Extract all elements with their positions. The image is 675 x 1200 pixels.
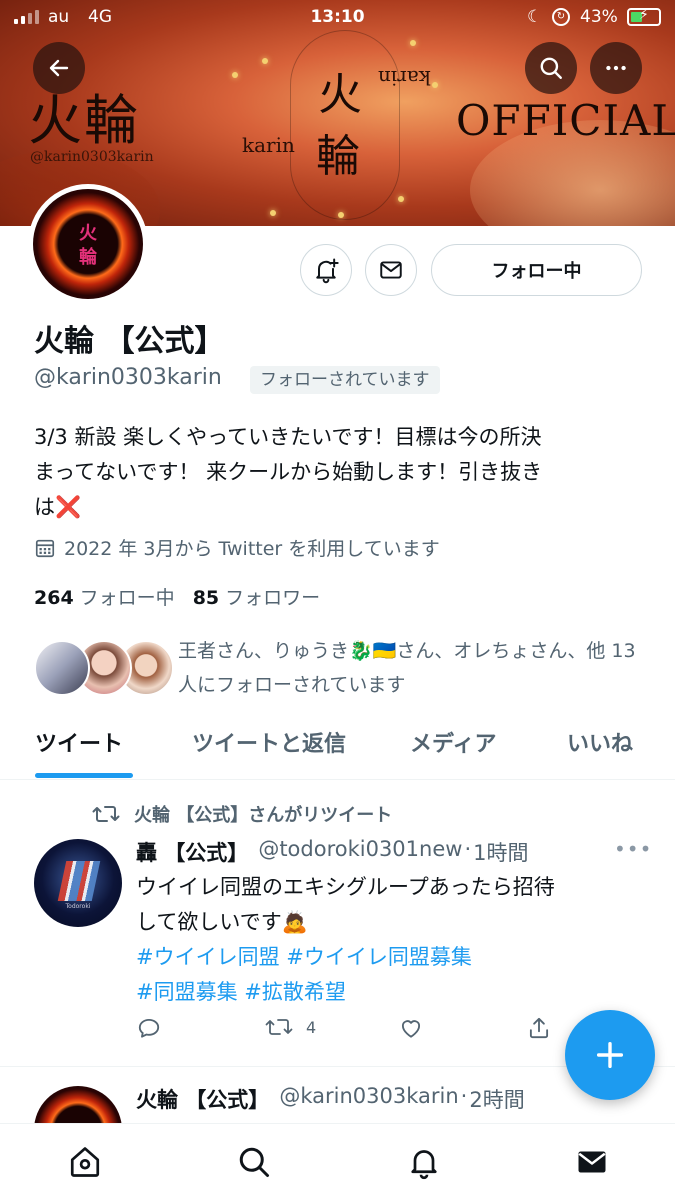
battery-charging-icon: ⚡ bbox=[627, 7, 661, 26]
banner-center-romaji: karin bbox=[242, 133, 295, 157]
tab-likes[interactable]: いいね bbox=[567, 726, 633, 758]
tab-tweets[interactable]: ツイート bbox=[35, 726, 123, 758]
status-bar: au 4G 13:10 ☾ ↻ 43% ⚡ bbox=[0, 0, 675, 36]
banner-center-romaji-inverted: karin bbox=[378, 66, 431, 90]
tweet-actions: 4 bbox=[136, 1015, 556, 1045]
follow-counts: 264 フォロー中 85 フォロワー bbox=[34, 583, 320, 610]
retweet-count: 4 bbox=[306, 1017, 317, 1037]
orientation-lock-icon: ↻ bbox=[552, 8, 570, 26]
profile-display-name: 火輪 【公式】 bbox=[34, 324, 225, 359]
tweet-text: ウイイレ同盟のエキシグループあったら招待 して欲しいです🙇 #ウイイレ同盟 #ウ… bbox=[136, 870, 636, 1010]
like-button[interactable] bbox=[398, 1015, 436, 1041]
tweet-author-avatar[interactable]: Todoroki bbox=[34, 839, 122, 927]
nav-notifications[interactable] bbox=[402, 1140, 446, 1184]
mutual-avatar bbox=[34, 640, 90, 696]
home-icon bbox=[70, 1147, 100, 1177]
follows-you-badge: フォローされています bbox=[250, 366, 440, 394]
notify-button[interactable] bbox=[300, 244, 352, 296]
tweet-hashtags[interactable]: #ウイイレ同盟 #ウイイレ同盟募集 bbox=[136, 940, 636, 975]
mail-icon bbox=[578, 1151, 606, 1173]
battery-percent: 43% bbox=[580, 7, 618, 27]
retweet-button[interactable]: 4 bbox=[264, 1015, 316, 1039]
mutual-followers-text: 王者さん、りゅうき🐉🇺🇦さん、オレちょさん、他 13 人にフォローされています bbox=[178, 640, 636, 696]
tweet-hashtags[interactable]: #同盟募集 #拡散希望 bbox=[136, 975, 636, 1010]
tab-media[interactable]: メディア bbox=[410, 726, 496, 758]
more-button[interactable] bbox=[590, 42, 642, 94]
search-icon bbox=[239, 1147, 269, 1177]
calendar-icon bbox=[35, 539, 55, 557]
avatar-kanji-bottom: 輪 bbox=[79, 247, 97, 268]
banner-official-text: OFFICIAL bbox=[456, 96, 675, 145]
compose-tweet-button[interactable] bbox=[565, 1010, 655, 1100]
message-button[interactable] bbox=[365, 244, 417, 296]
bio-line: は❌ bbox=[34, 495, 82, 519]
tweet-time: 1時間 bbox=[473, 841, 529, 865]
reply-icon bbox=[138, 1018, 160, 1038]
nav-search[interactable] bbox=[232, 1140, 276, 1184]
mail-icon bbox=[380, 261, 402, 279]
heart-icon bbox=[401, 1020, 421, 1038]
banner-logo-handle: @karin0303karin bbox=[30, 149, 154, 165]
tab-tweets-and-replies[interactable]: ツイートと返信 bbox=[192, 726, 346, 758]
moon-icon: ☾ bbox=[527, 7, 543, 27]
tweet-header: 轟 【公式】 @todoroki0301new · 1時間 bbox=[136, 837, 529, 867]
profile-handle: @karin0303karin bbox=[34, 365, 222, 390]
bell-plus-icon bbox=[316, 258, 339, 284]
bottom-navigation bbox=[0, 1123, 675, 1200]
tweet-author-handle[interactable]: @todoroki0301new bbox=[258, 837, 462, 867]
bio-line: 3/3 新設 楽しくやっていきたいです！目標は今の所決 bbox=[34, 425, 542, 449]
retweet-icon bbox=[265, 1019, 293, 1035]
nav-messages[interactable] bbox=[570, 1140, 614, 1184]
reply-button[interactable] bbox=[136, 1015, 174, 1041]
avatar-kanji-top: 火 bbox=[79, 223, 97, 244]
profile-tabs: ツイート ツイートと返信 メディア いいね bbox=[0, 718, 675, 780]
followers-count-link[interactable]: 85 フォロワー bbox=[193, 583, 320, 610]
mutual-followers[interactable]: 王者さん、りゅうき🐉🇺🇦さん、オレちょさん、他 13 人にフォローされています bbox=[34, 638, 644, 698]
cross-mark-emoji: ❌ bbox=[55, 495, 82, 519]
share-button[interactable] bbox=[526, 1015, 552, 1041]
more-horizontal-icon bbox=[606, 65, 626, 71]
search-icon bbox=[540, 57, 562, 79]
tweet-author-name[interactable]: 轟 【公式】 bbox=[136, 837, 248, 867]
share-icon bbox=[529, 1017, 549, 1039]
status-time: 13:10 bbox=[310, 7, 365, 27]
retweet-indicator: 火輪 【公式】さんがリツイート bbox=[92, 801, 392, 827]
following-count-link[interactable]: 264 フォロー中 bbox=[34, 583, 175, 610]
tweet-time: 2時間 bbox=[469, 1088, 525, 1112]
joined-text: 2022 年 3月から Twitter を利用しています bbox=[64, 538, 440, 560]
active-tab-indicator bbox=[35, 773, 133, 778]
bio-line: まってないです！ 来クールから始動します！引き抜き bbox=[34, 460, 543, 484]
joined-date: 2022 年 3月から Twitter を利用しています bbox=[34, 534, 440, 561]
arrow-left-icon bbox=[49, 59, 69, 77]
tweet-author-name[interactable]: 火輪 【公式】 bbox=[136, 1084, 269, 1114]
tweet[interactable]: 火輪 【公式】さんがリツイート Todoroki 轟 【公式】 @todorok… bbox=[0, 781, 675, 1067]
nav-home[interactable] bbox=[63, 1140, 107, 1184]
banner-center-kanji-bottom: 輪 bbox=[316, 131, 360, 182]
tweet-header: 火輪 【公式】 @karin0303karin · 2時間 bbox=[136, 1084, 525, 1114]
back-button[interactable] bbox=[33, 42, 85, 94]
search-button[interactable] bbox=[525, 42, 577, 94]
tweet-more-icon[interactable]: ••• bbox=[614, 837, 652, 861]
compose-plus-icon bbox=[596, 1041, 624, 1069]
banner-center-kanji-top: 火 bbox=[318, 69, 362, 120]
profile-avatar[interactable]: 火 輪 bbox=[28, 184, 148, 304]
tweet-author-handle[interactable]: @karin0303karin bbox=[279, 1084, 458, 1114]
profile-bio: 3/3 新設 楽しくやっていきたいです！目標は今の所決 まってないです！ 来クー… bbox=[34, 420, 644, 525]
bell-icon bbox=[411, 1150, 437, 1180]
retweet-icon bbox=[92, 806, 120, 822]
following-button[interactable]: フォロー中 bbox=[431, 244, 642, 296]
